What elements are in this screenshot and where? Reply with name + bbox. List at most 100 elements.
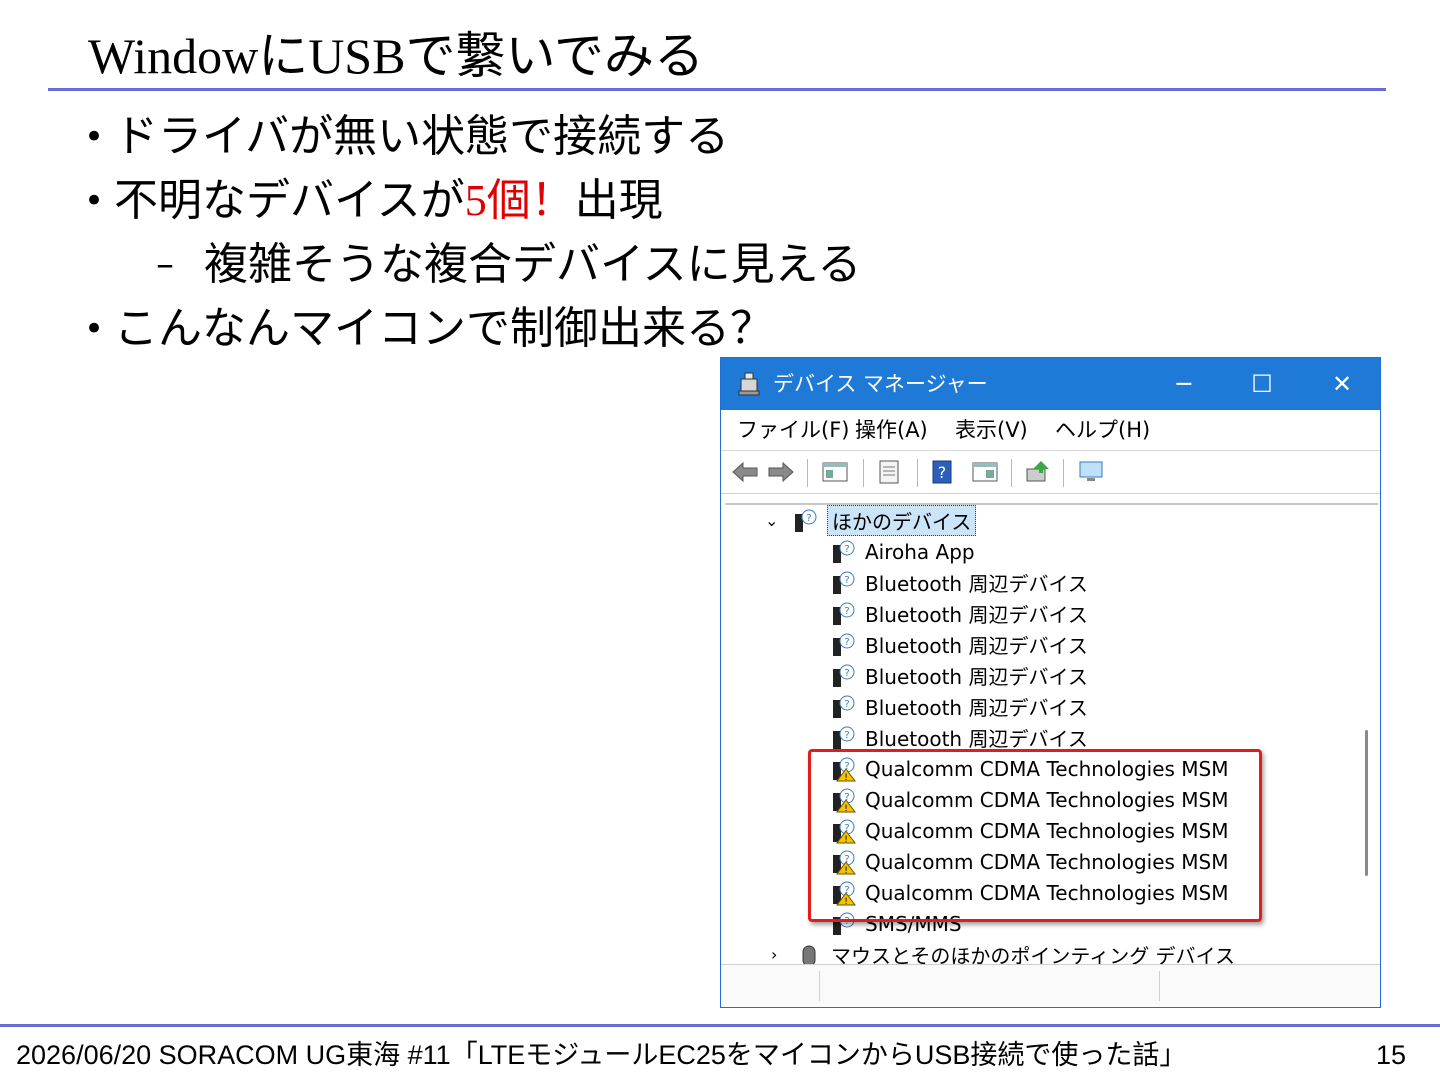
toolbar-separator <box>1011 459 1012 487</box>
menu-bar: ファイル(F) 操作(A) 表示(V) ヘルプ(H) <box>721 410 1380 451</box>
tree-item[interactable]: ?! Qualcomm CDMA Technologies MSM <box>829 815 1229 846</box>
tree-item[interactable]: ? Bluetooth 周辺デバイス <box>829 598 1088 629</box>
slide-title: WindowにUSBで繋いでみる <box>88 28 704 84</box>
unknown-device-icon: ? <box>833 726 855 749</box>
tree-item-label[interactable]: Bluetooth 周辺デバイス <box>865 568 1088 597</box>
chevron-right-icon[interactable]: › <box>771 945 795 964</box>
monitor-icon[interactable] <box>1077 459 1105 485</box>
svg-text:?: ? <box>844 606 849 617</box>
tree-item[interactable]: ? Bluetooth 周辺デバイス <box>829 660 1088 691</box>
svg-text:!: ! <box>844 835 848 844</box>
tree-category-label[interactable]: ほかのデバイス <box>827 505 977 536</box>
svg-text:?: ? <box>844 668 849 679</box>
tree-category-mice[interactable]: › マウスとそのほかのポインティング デバイス <box>771 939 1235 967</box>
unknown-device-icon: ? <box>833 602 855 625</box>
device-tree[interactable]: ⌄ ? ほかのデバイス ? Airoha App? Bluetooth 周辺デバイス… <box>725 503 1378 967</box>
status-separator <box>1159 971 1160 1001</box>
maximize-button[interactable]: ☐ <box>1223 358 1301 410</box>
footer-divider <box>0 1024 1440 1027</box>
tree-item[interactable]: ? SMS/MMS <box>829 908 962 939</box>
tree-item-label[interactable]: Bluetooth 周辺デバイス <box>865 630 1088 659</box>
svg-text:?: ? <box>844 730 849 741</box>
tree-item[interactable]: ?! Qualcomm CDMA Technologies MSM <box>829 877 1229 908</box>
back-icon[interactable] <box>731 459 759 485</box>
unknown-device-icon: ? <box>833 695 855 718</box>
toolbar: ? <box>721 451 1380 494</box>
warning-device-icon: ?! <box>833 757 856 782</box>
device-manager-window: デバイス マネージャー ─ ☐ ✕ ファイル(F) 操作(A) 表示(V) ヘル… <box>720 357 1381 1008</box>
unknown-device-icon: ? <box>833 540 855 563</box>
tree-item[interactable]: ? Bluetooth 周辺デバイス <box>829 691 1088 722</box>
unknown-device-icon: ? <box>833 912 855 935</box>
vertical-scrollbar[interactable] <box>1365 730 1368 876</box>
warning-device-icon: ?! <box>833 819 856 844</box>
svg-text:?: ? <box>844 575 849 586</box>
footer-text: 2026/06/20 SORACOM UG東海 #11「LTEモジュールEC25… <box>16 1040 1187 1070</box>
unknown-device-icon: ? <box>833 633 855 656</box>
tree-item[interactable]: ? Airoha App <box>829 536 975 567</box>
window-title: デバイス マネージャー <box>773 372 988 396</box>
status-separator <box>819 971 820 1001</box>
minimize-button[interactable]: ─ <box>1145 358 1223 410</box>
warning-device-icon: ?! <box>833 850 856 875</box>
page-number: 15 <box>1375 1040 1406 1070</box>
warning-device-icon: ?! <box>833 788 856 813</box>
unknown-device-icon: ? <box>795 509 817 532</box>
menu-view[interactable]: 表示(V) <box>955 416 1028 444</box>
unknown-device-icon: ? <box>833 571 855 594</box>
bullet-item: こんなんマイコンで制御出来る？ <box>84 298 861 360</box>
svg-text:!: ! <box>844 804 848 813</box>
menu-help[interactable]: ヘルプ(H) <box>1055 416 1150 444</box>
tree-item-label[interactable]: Bluetooth 周辺デバイス <box>865 599 1088 628</box>
title-bar[interactable]: デバイス マネージャー ─ ☐ ✕ <box>721 358 1380 410</box>
title-divider <box>48 88 1386 91</box>
bullet-item: 不明なデバイスが5個！出現 <box>84 170 861 232</box>
tree-item[interactable]: ? Bluetooth 周辺デバイス <box>829 629 1088 660</box>
update-driver-icon[interactable] <box>1023 459 1051 485</box>
tree-category-other-devices[interactable]: ⌄ ? ほかのデバイス <box>765 505 977 536</box>
status-bar <box>721 964 1380 1007</box>
help-icon[interactable]: ? <box>929 459 957 485</box>
sub-bullet-item: 複雑そうな複合デバイスに見える <box>84 234 861 296</box>
tree-item[interactable]: ?! Qualcomm CDMA Technologies MSM <box>829 753 1229 784</box>
toolbar-separator <box>863 459 864 487</box>
tree-item-label[interactable]: Airoha App <box>865 540 975 564</box>
menu-file[interactable]: ファイル(F) <box>737 416 849 444</box>
properties-icon[interactable] <box>875 459 903 485</box>
tree-item-label[interactable]: Qualcomm CDMA Technologies MSM <box>865 819 1229 843</box>
menu-action[interactable]: 操作(A) <box>855 416 928 444</box>
tree-item-label[interactable]: Qualcomm CDMA Technologies MSM <box>865 788 1229 812</box>
tree-item-label[interactable]: Qualcomm CDMA Technologies MSM <box>865 850 1229 874</box>
tree-item-label[interactable]: Qualcomm CDMA Technologies MSM <box>865 757 1229 781</box>
svg-text:?: ? <box>844 916 849 927</box>
tree-item[interactable]: ?! Qualcomm CDMA Technologies MSM <box>829 846 1229 877</box>
tree-item-label[interactable]: Qualcomm CDMA Technologies MSM <box>865 881 1229 905</box>
highlight-text: 個！ <box>486 175 575 226</box>
device-manager-icon <box>738 372 760 396</box>
tree-item-label[interactable]: Bluetooth 周辺デバイス <box>865 723 1088 752</box>
tree-item-label[interactable]: Bluetooth 周辺デバイス <box>865 692 1088 721</box>
chevron-down-icon[interactable]: ⌄ <box>765 511 791 530</box>
tree-item[interactable]: ? Bluetooth 周辺デバイス <box>829 567 1088 598</box>
unknown-device-icon: ? <box>833 664 855 687</box>
tree-item[interactable]: ?! Qualcomm CDMA Technologies MSM <box>829 784 1229 815</box>
svg-text:?: ? <box>844 699 849 710</box>
tree-item-label[interactable]: SMS/MMS <box>865 912 962 936</box>
bullet-text: 不明なデバイスが <box>114 175 465 226</box>
tree-category-label[interactable]: マウスとそのほかのポインティング デバイス <box>831 940 1235 967</box>
svg-text:!: ! <box>844 866 848 875</box>
forward-icon[interactable] <box>767 459 795 485</box>
warning-device-icon: ?! <box>833 881 856 906</box>
action-pane-icon[interactable] <box>971 459 999 485</box>
bullet-list: ドライバが無い状態で接続する 不明なデバイスが5個！出現 複雑そうな複合デバイス… <box>84 104 861 360</box>
svg-text:?: ? <box>844 544 849 555</box>
tree-item[interactable]: ? Bluetooth 周辺デバイス <box>829 722 1088 753</box>
close-button[interactable]: ✕ <box>1303 358 1381 410</box>
tree-item-label[interactable]: Bluetooth 周辺デバイス <box>865 661 1088 690</box>
toolbar-separator <box>1063 459 1064 487</box>
toolbar-separator <box>917 459 918 487</box>
svg-text:?: ? <box>844 637 849 648</box>
svg-text:?: ? <box>938 463 947 482</box>
toolbar-separator <box>807 459 808 487</box>
show-hide-console-tree-icon[interactable] <box>821 459 849 485</box>
